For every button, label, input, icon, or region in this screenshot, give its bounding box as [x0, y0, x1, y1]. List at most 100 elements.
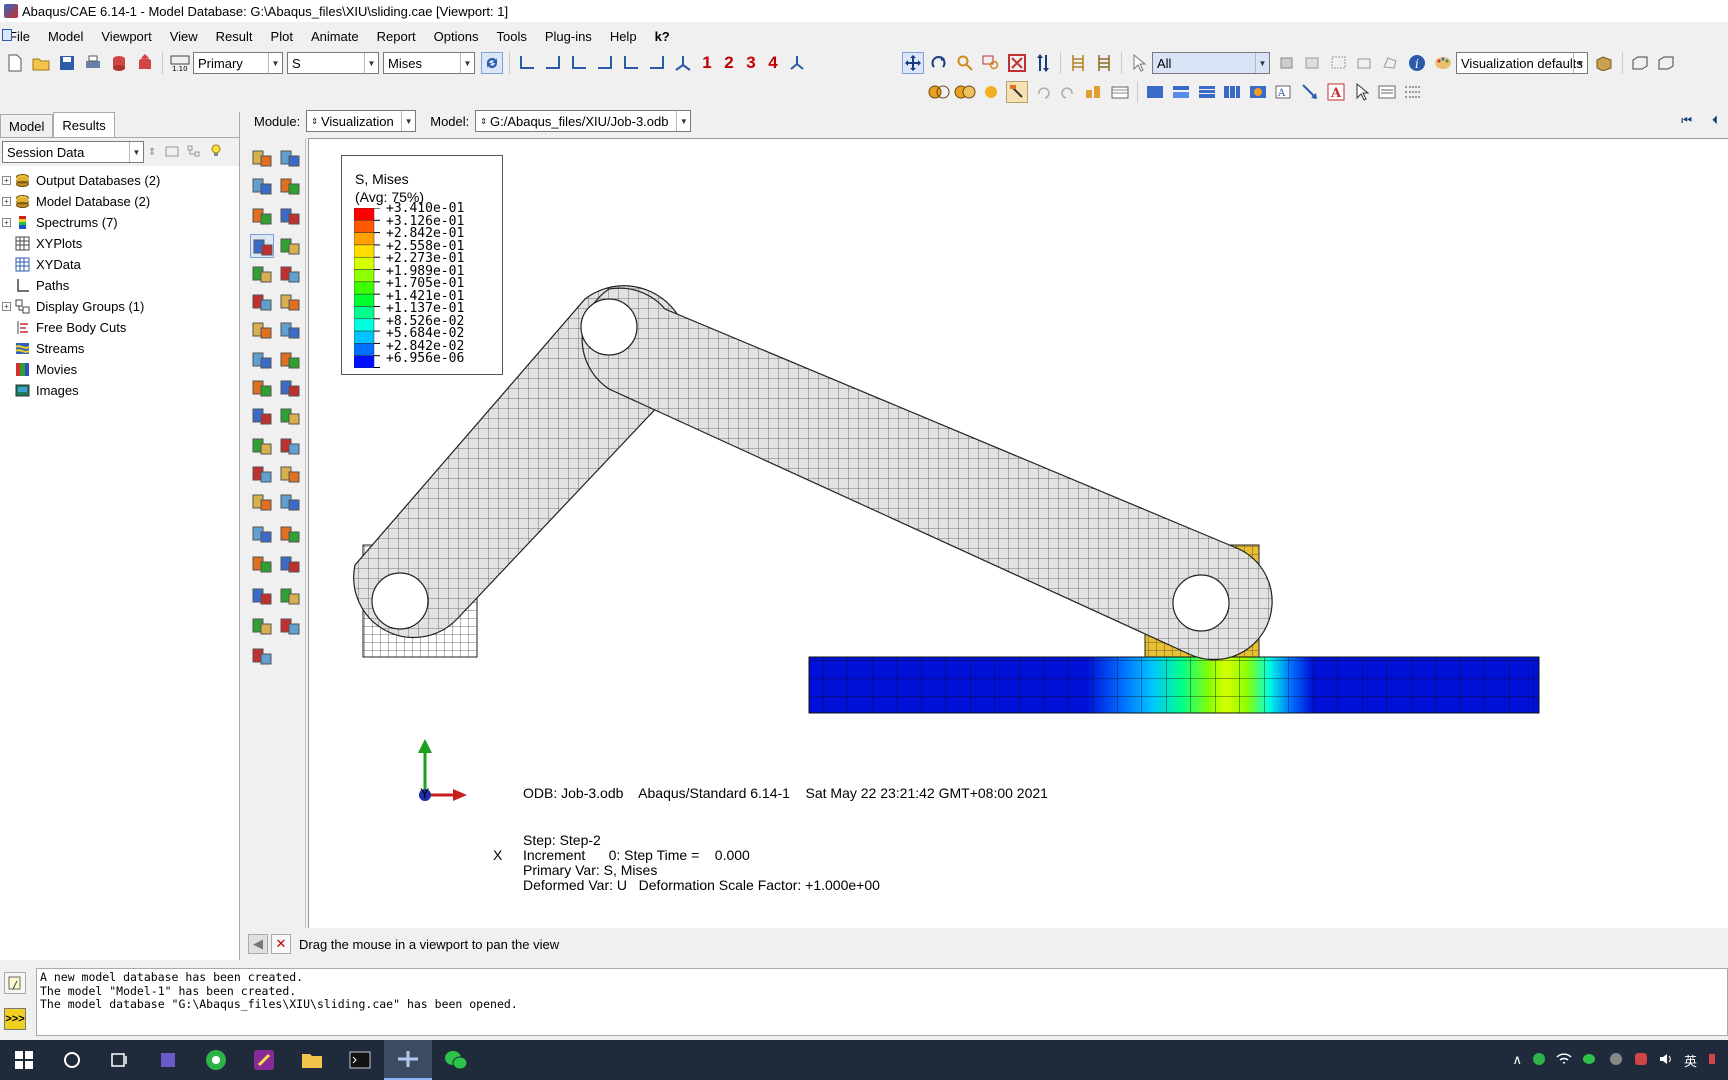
task-view-icon[interactable]	[96, 1040, 144, 1080]
orientation-plot-icon[interactable]	[250, 290, 274, 314]
plot-deformed-icon[interactable]	[278, 146, 302, 170]
tray-green-app-icon[interactable]	[1532, 1052, 1546, 1069]
tree-item-output-databases-2[interactable]: + Output Databases (2)	[0, 170, 239, 191]
palette-icon[interactable]	[1432, 52, 1454, 74]
windows-start-icon[interactable]	[0, 1040, 48, 1080]
volume-icon[interactable]	[1658, 1052, 1674, 1069]
menu-help[interactable]: Help	[601, 29, 646, 44]
view-xz-icon[interactable]	[568, 52, 590, 74]
result-options-icon[interactable]	[250, 522, 274, 546]
box-zoom-icon[interactable]	[980, 52, 1002, 74]
model-select[interactable]: ⇕ G:/Abaqus_files/XIU/Job-3.odb ▼	[475, 110, 692, 132]
message-log[interactable]: A new model database has been created. Th…	[36, 968, 1728, 1036]
stream-options-icon[interactable]	[278, 584, 302, 608]
stream-create-icon[interactable]	[250, 490, 274, 514]
view-cut-manager-icon[interactable]	[250, 404, 274, 428]
visualization-defaults-select[interactable]: Visualization defaults ▼	[1456, 52, 1588, 74]
triad-view-icon[interactable]	[786, 52, 808, 74]
wifi-icon[interactable]	[1556, 1052, 1572, 1069]
text-annotation-icon[interactable]: A	[1325, 81, 1347, 103]
xy-data-manager-icon[interactable]	[278, 434, 302, 458]
tree-item-model-database-2[interactable]: + Model Database (2)	[0, 191, 239, 212]
viewport-1-button[interactable]: 1	[696, 53, 718, 73]
session-data-select[interactable]: Session Data ▼	[2, 141, 144, 163]
menu-plot[interactable]: Plot	[262, 29, 302, 44]
animate-time-icon[interactable]	[278, 348, 302, 372]
tree-item-xydata[interactable]: XYData	[0, 254, 239, 275]
menu-report[interactable]: Report	[368, 29, 425, 44]
view-iso-icon[interactable]	[672, 52, 694, 74]
symbol-plot-icon[interactable]	[250, 262, 274, 286]
redo-icon[interactable]	[1058, 81, 1080, 103]
tab-results[interactable]: Results	[53, 112, 115, 137]
xy-data-create-icon[interactable]	[250, 434, 274, 458]
menu-plugins[interactable]: Plug-ins	[536, 29, 601, 44]
tree-item-free-body-cuts[interactable]: Free Body Cuts	[0, 317, 239, 338]
menu-result[interactable]: Result	[207, 29, 262, 44]
tray-wechat-icon[interactable]	[1582, 1052, 1598, 1069]
view-zx-icon[interactable]	[594, 52, 616, 74]
cancel-x-icon[interactable]: ✕	[271, 934, 291, 954]
tree-item-xyplots[interactable]: XYPlots	[0, 233, 239, 254]
module-select[interactable]: ⇕ Visualization ▼	[306, 110, 417, 132]
annotation-manager-icon[interactable]	[1376, 81, 1398, 103]
query-pen-icon[interactable]	[250, 644, 274, 668]
tree-item-spectrums-7[interactable]: + Spectrums (7)	[0, 212, 239, 233]
view-yz-icon[interactable]	[620, 52, 642, 74]
ime-indicator[interactable]: 英	[1684, 1051, 1697, 1070]
view-manager-icon[interactable]	[1109, 81, 1131, 103]
field-output-select[interactable]: Primary ▼	[193, 52, 283, 74]
arrow-annotation-icon[interactable]	[1299, 81, 1321, 103]
menu-tools[interactable]: Tools	[487, 29, 535, 44]
animate-harmonic-icon[interactable]	[250, 376, 274, 400]
tree-item-images[interactable]: Images	[0, 380, 239, 401]
menu-animate[interactable]: Animate	[302, 29, 368, 44]
file-explorer-icon[interactable]	[288, 1040, 336, 1080]
selection-filter-select[interactable]: All ▼	[1152, 52, 1270, 74]
hierarchy-icon[interactable]	[186, 144, 208, 161]
back-arrow-icon[interactable]: ◀	[248, 934, 268, 954]
probe-values-icon[interactable]	[250, 614, 274, 638]
show-hidden-icons-icon[interactable]: ∧	[1512, 1052, 1522, 1068]
lightbulb-icon[interactable]	[208, 143, 230, 162]
tray-app-icon[interactable]	[1608, 1052, 1624, 1069]
pointer-icon[interactable]	[1351, 81, 1373, 103]
tray-notification-icon[interactable]	[1707, 1052, 1717, 1069]
section-points-icon[interactable]	[278, 522, 302, 546]
free-body-manager-icon[interactable]	[278, 552, 302, 576]
select-arrow-icon[interactable]	[1128, 52, 1150, 74]
pan-icon[interactable]	[902, 52, 924, 74]
previous-frame-icon[interactable]: ⏴	[1712, 113, 1718, 128]
viewport-canvas[interactable]: S, Mises (Avg: 75%) +3.410e-01 +3.126e-01…	[308, 138, 1728, 928]
stream-manager-icon[interactable]	[278, 490, 302, 514]
annotation-text-icon[interactable]: A	[1273, 81, 1295, 103]
open-folder-icon[interactable]	[30, 52, 52, 74]
viewport-4-button[interactable]: 4	[762, 53, 784, 73]
expand-plus-icon[interactable]: +	[2, 176, 11, 185]
field-output-icon[interactable]: 1.10	[169, 52, 191, 74]
menu-view[interactable]: View	[161, 29, 207, 44]
viewport-2-button[interactable]: 2	[718, 53, 740, 73]
filter-icon[interactable]	[164, 144, 186, 161]
abaqus-taskbar-icon[interactable]	[384, 1040, 432, 1080]
selection-tool-icon[interactable]	[1302, 52, 1324, 74]
polygon-select-icon[interactable]	[1380, 52, 1402, 74]
browser-green-icon[interactable]	[192, 1040, 240, 1080]
symbol-options-icon[interactable]	[278, 262, 302, 286]
selection-options-icon[interactable]	[1276, 52, 1298, 74]
context-help-button[interactable]: k?	[646, 29, 679, 44]
display-columns-icon[interactable]	[1221, 81, 1243, 103]
plot-undeformed-icon[interactable]	[250, 146, 274, 170]
message-tab-icon[interactable]	[4, 972, 26, 994]
contour-options-icon[interactable]	[250, 234, 274, 258]
display-group-manager-icon[interactable]	[278, 404, 302, 428]
orientation-options-icon[interactable]	[278, 290, 302, 314]
display-stack-icon[interactable]	[1196, 81, 1218, 103]
animation-options-icon[interactable]	[278, 376, 302, 400]
query-info-icon[interactable]: i	[1406, 52, 1428, 74]
create-path-icon[interactable]	[250, 462, 274, 486]
tree-item-paths[interactable]: Paths	[0, 275, 239, 296]
path-plot-icon[interactable]	[278, 462, 302, 486]
rotate-icon[interactable]	[928, 52, 950, 74]
terminal-icon[interactable]	[336, 1040, 384, 1080]
